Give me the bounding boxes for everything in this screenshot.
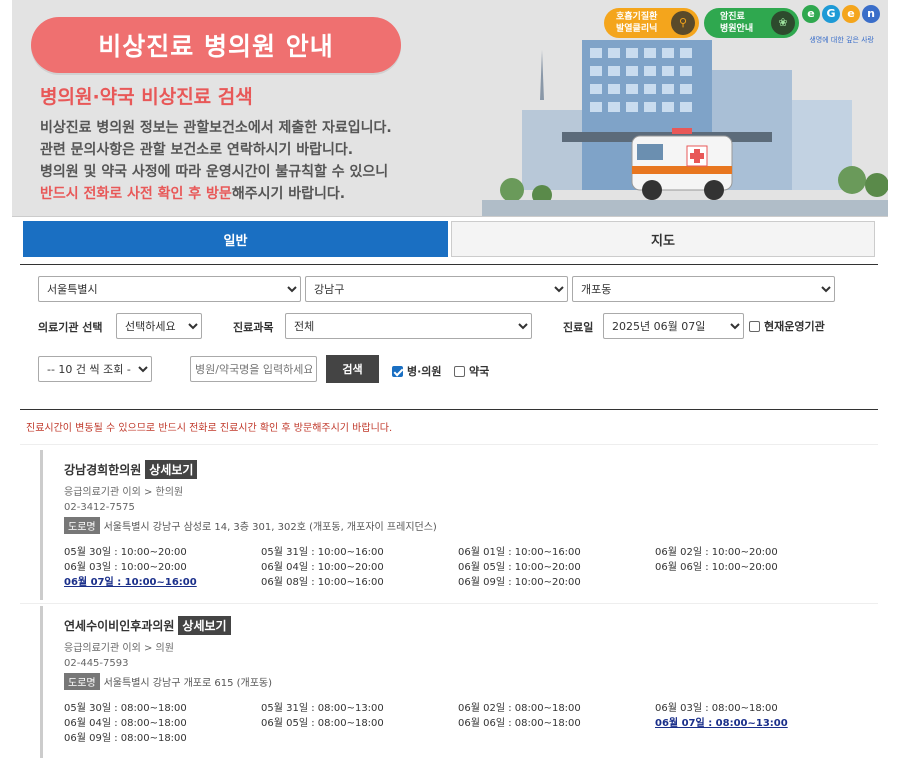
pharmacy-checkbox[interactable]: 약국 [454, 363, 489, 379]
banner-desc-line: 관련 문의사항은 관할 보건소로 연락하시기 바랍니다. [40, 142, 354, 158]
pharmacy-check-label: 약국 [469, 365, 490, 378]
date-label: 진료일 [563, 321, 594, 334]
hours-entry: 06월 01일 : 10:00~16:00 [458, 547, 581, 558]
institution-label: 의료기관 선택 [38, 321, 103, 334]
hours-entry-today[interactable]: 06월 07일 : 10:00~16:00 [64, 576, 261, 590]
respiratory-clinic-button[interactable]: 호흡기질환 발열클리닉 ⚲ [604, 8, 699, 38]
clinic-address: 도로명 서울특별시 강남구 삼성로 14, 3층 301, 302호 (개포동,… [64, 517, 878, 534]
banner-desc-line: 반드시 전화로 사전 확인 후 방문해주시기 바랍니다. [40, 183, 392, 205]
divider [20, 603, 878, 604]
result-item: 강남경희한의원 상세보기 응급의료기관 이외 > 한의원 02-3412-757… [40, 450, 878, 600]
checkbox-box[interactable] [749, 320, 760, 332]
dong-select[interactable]: 개포동 [572, 276, 835, 302]
banner-description: 비상진료 병의원 정보는 관할보건소에서 제출한 자료입니다. 관련 문의사항은… [40, 117, 392, 205]
sigungu-select[interactable]: 강남구 [305, 276, 568, 302]
notice-text: 진료시간이 변동될 수 있으므로 반드시 전화로 진료시간 확인 후 방문해주시… [26, 423, 393, 434]
department-label: 진료과목 [233, 321, 274, 334]
result-title: 연세수이비인후과의원 상세보기 [64, 616, 878, 635]
detail-button[interactable]: 상세보기 [178, 616, 231, 635]
clinic-type: 응급의료기관 이외 > 의원 [64, 643, 174, 654]
sido-select[interactable]: 서울특별시 [38, 276, 301, 302]
banner-desc-line: 병의원 및 약국 사정에 따라 운영시간이 불규칙할 수 있으니 [40, 164, 389, 180]
banner-desc-line: 비상진료 병의원 정보는 관할보건소에서 제출한 자료입니다. [40, 120, 392, 136]
ribbon-icon: ❀ [771, 11, 795, 35]
open-now-label: 현재운영기관 [764, 320, 825, 333]
egen-letter: e [802, 5, 820, 23]
address-text: 서울특별시 강남구 삼성로 14, 3층 301, 302호 (개포동, 개포자… [103, 522, 437, 533]
tab-map[interactable]: 지도 [451, 221, 875, 257]
hours-entry: 06월 06일 : 10:00~20:00 [655, 562, 778, 573]
date-select[interactable]: 2025년 06월 07일 [603, 313, 744, 339]
clinic-address: 도로명 서울특별시 강남구 개포로 615 (개포동) [64, 673, 878, 690]
hours-grid: 05월 30일 : 08:00~18:00 05월 31일 : 08:00~13:… [64, 702, 878, 746]
result-item: 연세수이비인후과의원 상세보기 응급의료기관 이외 > 의원 02-445-75… [40, 606, 878, 758]
hours-entry: 06월 02일 : 08:00~18:00 [458, 703, 581, 714]
hours-entry: 06월 02일 : 10:00~20:00 [655, 547, 778, 558]
clinic-phone: 02-3412-7575 [64, 502, 135, 513]
checkbox-box[interactable] [454, 365, 465, 377]
road-address-tag: 도로명 [64, 673, 100, 690]
page-size-select[interactable]: -- 10 건 씩 조회 -- [38, 356, 152, 382]
address-text: 서울특별시 강남구 개포로 615 (개포동) [103, 678, 273, 689]
clinic-name-link[interactable]: 강남경희한의원 [64, 461, 141, 478]
hours-entry: 06월 04일 : 08:00~18:00 [64, 718, 187, 729]
checkbox-box-checked[interactable] [392, 365, 403, 377]
search-input[interactable] [190, 356, 317, 382]
hours-entry: 05월 30일 : 10:00~20:00 [64, 547, 187, 558]
hours-entry: 06월 06일 : 08:00~18:00 [458, 718, 581, 729]
hospital-ambulance-illustration [482, 40, 888, 216]
hours-entry: 05월 31일 : 10:00~16:00 [261, 547, 384, 558]
clinic-type: 응급의료기관 이외 > 한의원 [64, 487, 184, 498]
banner-subtitle: 병의원·약국 비상진료 검색 [40, 86, 253, 108]
clinic-name-link[interactable]: 연세수이비인후과의원 [64, 617, 174, 634]
hours-entry: 05월 30일 : 08:00~18:00 [64, 703, 187, 714]
hours-entry: 06월 04일 : 10:00~20:00 [261, 562, 384, 573]
hours-entry: 06월 09일 : 10:00~20:00 [458, 577, 581, 588]
search-button[interactable]: 검색 [326, 355, 379, 383]
egen-logo[interactable]: e G e n 생명에 대한 깊은 사랑 [802, 5, 882, 45]
egen-letter: G [822, 5, 840, 23]
open-now-checkbox[interactable]: 현재운영기관 [749, 318, 825, 334]
egen-letter: e [842, 5, 860, 23]
hours-entry: 06월 09일 : 08:00~18:00 [64, 733, 187, 744]
detail-button[interactable]: 상세보기 [145, 460, 198, 479]
hours-entry: 05월 31일 : 08:00~13:00 [261, 703, 384, 714]
banner-desc-rest: 해주시기 바랍니다. [231, 186, 346, 202]
cancer-hospital-button[interactable]: 암진료 병원안내 ❀ [704, 8, 799, 38]
result-title: 강남경희한의원 상세보기 [64, 460, 878, 479]
hours-entry: 06월 05일 : 10:00~20:00 [458, 562, 581, 573]
road-address-tag: 도로명 [64, 517, 100, 534]
hours-entry: 06월 05일 : 08:00~18:00 [261, 718, 384, 729]
banner-title: 비상진료 병의원 안내 [31, 17, 401, 73]
tab-general[interactable]: 일반 [23, 221, 448, 257]
bicycle-icon: ⚲ [671, 11, 695, 35]
hospital-checkbox[interactable]: 병·의원 [392, 363, 442, 379]
hours-grid: 05월 30일 : 10:00~20:00 05월 31일 : 10:00~16:… [64, 546, 878, 590]
hours-entry: 06월 08일 : 10:00~16:00 [261, 577, 384, 588]
hours-entry: 06월 03일 : 08:00~18:00 [655, 703, 778, 714]
banner-highlight: 반드시 전화로 사전 확인 후 방문 [40, 186, 232, 202]
egen-letter: n [862, 5, 880, 23]
hospital-check-label: 병·의원 [407, 365, 442, 378]
hours-entry-today[interactable]: 06월 07일 : 08:00~13:00 [655, 717, 852, 731]
institution-select[interactable]: 선택하세요 [116, 313, 202, 339]
hours-entry: 06월 03일 : 10:00~20:00 [64, 562, 187, 573]
department-select[interactable]: 전체 [285, 313, 532, 339]
divider [20, 444, 878, 445]
clinic-phone: 02-445-7593 [64, 658, 129, 669]
top-banner: 비상진료 병의원 안내 병의원·약국 비상진료 검색 비상진료 병의원 정보는 … [12, 0, 888, 217]
